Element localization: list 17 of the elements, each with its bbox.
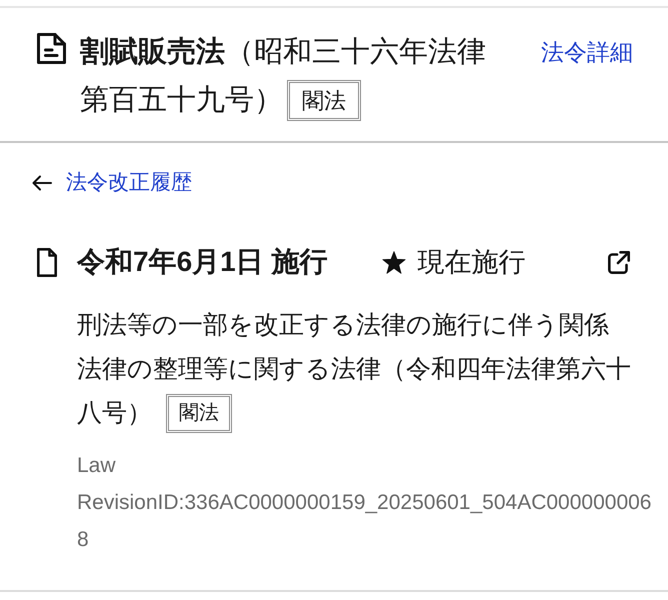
amending-law-title: 刑法等の一部を改正する法律の施行に伴う関係: [77, 310, 609, 341]
law-title: 割賦販売法（昭和三十六年法律: [80, 35, 486, 70]
amending-law-title: 八号）: [77, 398, 152, 429]
law-title: 第百五十九号）: [80, 83, 283, 118]
status-label: 現在施行: [418, 246, 526, 279]
external-link-icon[interactable]: [608, 250, 630, 274]
amending-law-title: 法律の整理等に関する法律（令和四年法律第六十: [77, 354, 631, 385]
document-icon: [37, 33, 66, 64]
revision-id: Law RevisionID:336AC0000000159_20250601_504AC0000000068: [77, 453, 652, 553]
star-icon: [382, 250, 406, 274]
document-icon: [37, 248, 57, 276]
revision-history-link[interactable]: 法令改正履歴: [32, 168, 192, 198]
law-type-badge: 閣法: [287, 80, 361, 120]
effective-date: 令和7年6月1日 施行: [77, 245, 328, 279]
law-details-link[interactable]: 法令詳細: [541, 28, 633, 76]
arrow-left-icon: [32, 175, 52, 191]
law-type-badge: 閣法: [166, 394, 232, 432]
